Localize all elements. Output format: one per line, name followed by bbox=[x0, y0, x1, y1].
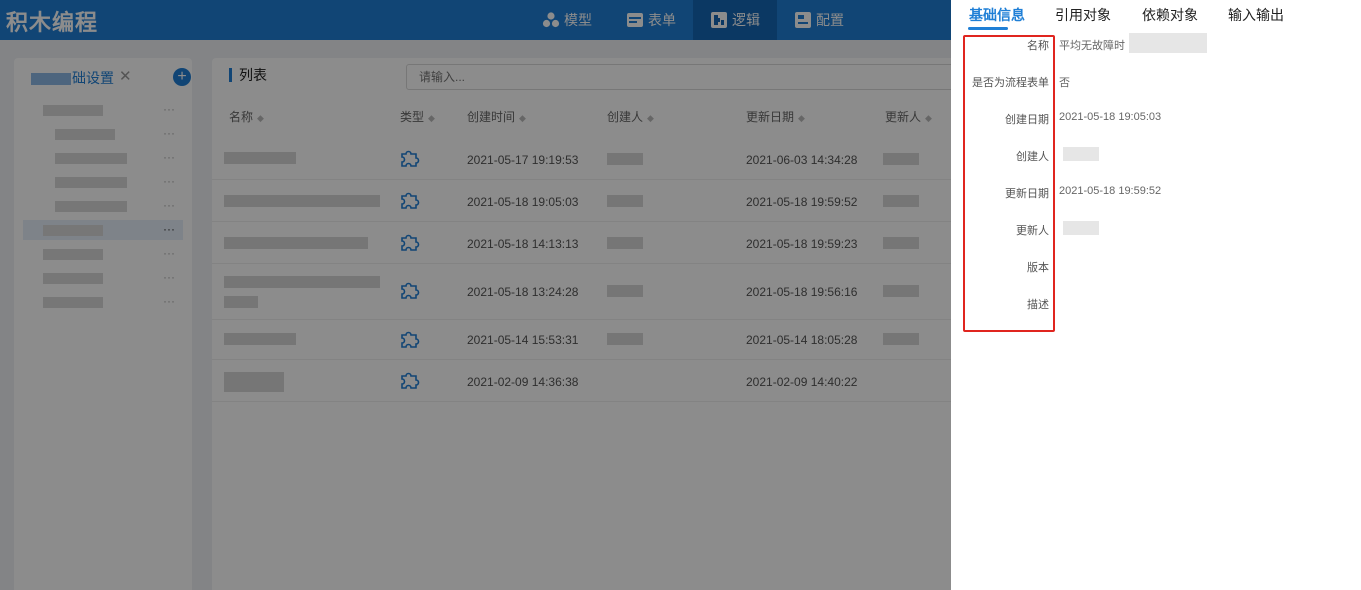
active-tab-indicator bbox=[968, 27, 1008, 30]
tab-references[interactable]: 引用对象 bbox=[1055, 5, 1111, 25]
field-value: 2021-05-18 19:59:52 bbox=[1059, 185, 1162, 197]
blurred-text bbox=[1129, 33, 1207, 53]
tab-input-output[interactable]: 输入输出 bbox=[1228, 5, 1284, 25]
modal-overlay[interactable] bbox=[0, 0, 951, 590]
blurred-text bbox=[1063, 147, 1099, 161]
field-value: 否 bbox=[1059, 77, 1070, 89]
blurred-text bbox=[1063, 221, 1099, 235]
field-value: 2021-05-18 19:05:03 bbox=[1059, 111, 1162, 123]
detail-drawer: 基础信息 引用对象 依赖对象 输入输出 名称 平均无故障时 是否为流程表单 否 … bbox=[951, 0, 1361, 590]
tab-dependencies[interactable]: 依赖对象 bbox=[1142, 5, 1198, 25]
highlight-box bbox=[963, 35, 1055, 332]
drawer-tabs: 基础信息 引用对象 依赖对象 输入输出 bbox=[951, 0, 1361, 30]
tab-basic-info[interactable]: 基础信息 bbox=[969, 5, 1025, 25]
field-value: 平均无故障时 bbox=[1059, 40, 1125, 52]
